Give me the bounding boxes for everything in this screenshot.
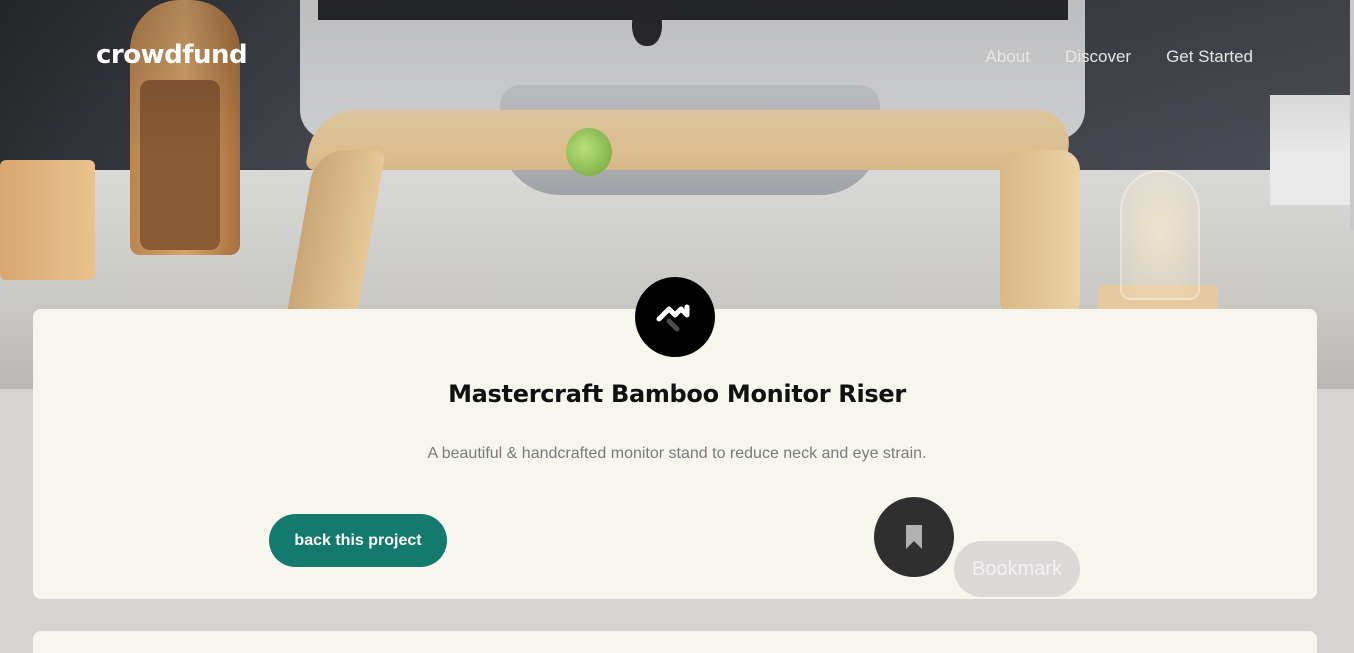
project-title: Mastercraft Bamboo Monitor Riser	[448, 380, 906, 408]
nav-about[interactable]: About	[986, 47, 1030, 67]
main-nav: About Discover Get Started	[986, 47, 1254, 67]
mastercraft-logo-mark	[656, 304, 690, 332]
bookmark-icon	[906, 525, 922, 549]
nav-get-started[interactable]: Get Started	[1166, 47, 1253, 67]
project-subtitle: A beautiful & handcrafted monitor stand …	[427, 445, 927, 462]
scrollbar[interactable]	[1350, 0, 1354, 230]
mastercraft-logo-icon	[635, 277, 715, 357]
site-logo[interactable]: crowdfund	[96, 40, 248, 70]
nav-discover[interactable]: Discover	[1065, 47, 1131, 67]
back-project-button[interactable]: back this project	[269, 514, 447, 567]
bookmark-button[interactable]	[874, 497, 954, 577]
bookmark-label[interactable]: Bookmark	[954, 541, 1080, 597]
about-card	[33, 631, 1317, 653]
